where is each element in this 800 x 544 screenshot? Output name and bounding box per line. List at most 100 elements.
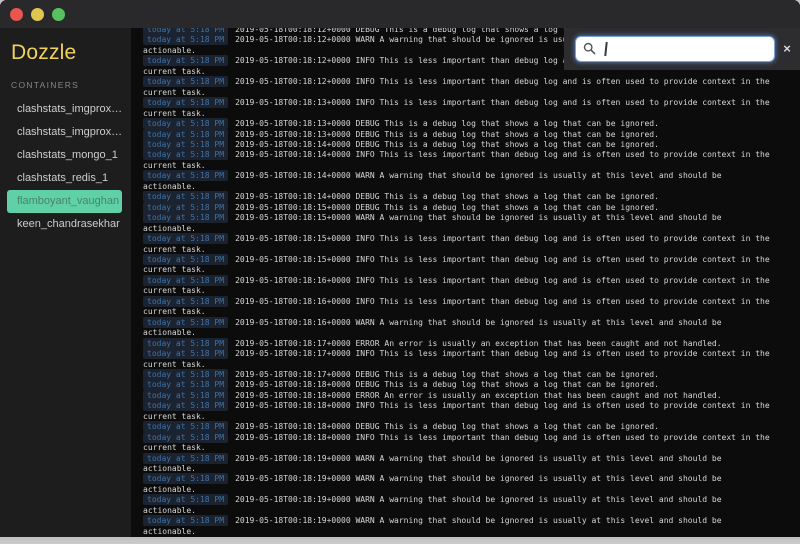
- log-entry: today at 5:18 PM 2019-05-18T00:18:14+0000…: [143, 192, 770, 202]
- minimize-window-button[interactable]: [31, 8, 44, 21]
- search-icon: [583, 42, 596, 55]
- log-message: 2019-05-18T00:18:13+0000 DEBUG This is a…: [235, 119, 659, 128]
- log-time-badge: today at 5:18 PM: [143, 390, 228, 401]
- window-titlebar: [0, 0, 800, 28]
- log-time-badge: today at 5:18 PM: [143, 139, 228, 150]
- log-message: 2019-05-18T00:18:14+0000 DEBUG This is a…: [235, 140, 659, 149]
- log-entry: today at 5:18 PM2019-05-18T00:18:16+0000…: [143, 318, 770, 339]
- log-message: 2019-05-18T00:18:16+0000 INFO This is le…: [143, 276, 770, 295]
- log-message: 2019-05-18T00:18:13+0000 INFO This is le…: [143, 98, 770, 117]
- log-time-badge: today at 5:18 PM: [143, 379, 228, 390]
- app-title[interactable]: Dozzle: [11, 41, 131, 65]
- log-time-badge: today at 5:18 PM: [143, 296, 228, 307]
- log-message: 2019-05-18T00:18:15+0000 INFO This is le…: [143, 234, 770, 253]
- log-time-badge: today at 5:18 PM: [143, 212, 228, 223]
- close-window-button[interactable]: [10, 8, 23, 21]
- sidebar-item[interactable]: keen_chandrasekhar: [7, 213, 122, 236]
- log-time-badge: today at 5:18 PM: [143, 129, 228, 140]
- sidebar-item-label: clashstats_imgprox…: [17, 126, 122, 138]
- sidebar-item[interactable]: clashstats_imgprox…: [7, 121, 122, 144]
- log-time-badge: today at 5:18 PM: [143, 473, 228, 484]
- log-message: 2019-05-18T00:18:18+0000 DEBUG This is a…: [235, 380, 659, 389]
- log-entry: today at 5:18 PM2019-05-18T00:18:12+0000…: [143, 77, 770, 98]
- log-time-badge: today at 5:18 PM: [143, 338, 228, 349]
- log-time-badge: today at 5:18 PM: [143, 515, 228, 526]
- log-message: 2019-05-18T00:18:18+0000 INFO This is le…: [143, 433, 770, 452]
- log-message: 2019-05-18T00:18:19+0000 WARN A warning …: [143, 474, 722, 493]
- log-entry: today at 5:18 PM2019-05-18T00:18:15+0000…: [143, 213, 770, 234]
- log-entry: today at 5:18 PM2019-05-18T00:18:14+0000…: [143, 171, 770, 192]
- log-time-badge: today at 5:18 PM: [143, 453, 228, 464]
- log-time-badge: today at 5:18 PM: [143, 149, 228, 160]
- log-time-badge: today at 5:18 PM: [143, 76, 228, 87]
- log-time-badge: today at 5:18 PM: [143, 34, 228, 45]
- log-entry: today at 5:18 PM 2019-05-18T00:18:18+0000…: [143, 380, 770, 390]
- close-search-button[interactable]: ×: [778, 40, 796, 58]
- log-message: 2019-05-18T00:18:13+0000 DEBUG This is a…: [235, 130, 659, 139]
- log-entry: today at 5:18 PM2019-05-18T00:18:18+0000…: [143, 433, 770, 454]
- log-message: 2019-05-18T00:18:12+0000 INFO This is le…: [143, 77, 770, 96]
- log-time-badge: today at 5:18 PM: [143, 317, 228, 328]
- sidebar-item-label: flamboyant_vaughan: [17, 195, 119, 207]
- log-entry: today at 5:18 PM 2019-05-18T00:18:18+0000…: [143, 391, 770, 401]
- log-entry: today at 5:18 PM 2019-05-18T00:18:13+0000…: [143, 130, 770, 140]
- log-message: 2019-05-18T00:18:14+0000 INFO This is le…: [143, 150, 770, 169]
- zoom-window-button[interactable]: [52, 8, 65, 21]
- log-time-badge: today at 5:18 PM: [143, 494, 228, 505]
- log-entry: today at 5:18 PM2019-05-18T00:18:19+0000…: [143, 495, 770, 516]
- log-message: 2019-05-18T00:18:17+0000 INFO This is le…: [143, 349, 770, 368]
- app-window: Dozzle CONTAINERS clashstats_imgprox…cla…: [0, 0, 800, 537]
- log-entry: today at 5:18 PM2019-05-18T00:18:13+0000…: [143, 98, 770, 119]
- log-content: today at 5:18 PM2019-05-18T00:18:12+0000…: [131, 28, 800, 537]
- sidebar-item[interactable]: clashstats_mongo_1: [7, 144, 122, 167]
- log-message: 2019-05-18T00:18:18+0000 INFO This is le…: [143, 401, 770, 420]
- log-time-badge: today at 5:18 PM: [143, 191, 228, 202]
- sidebar-item-label: clashstats_imgprox…: [17, 103, 122, 115]
- log-message: 2019-05-18T00:18:19+0000 WARN A warning …: [143, 454, 722, 473]
- log-message: 2019-05-18T00:18:16+0000 INFO This is le…: [143, 297, 770, 316]
- log-time-badge: today at 5:18 PM: [143, 432, 228, 443]
- sidebar-item[interactable]: clashstats_redis_1: [7, 167, 122, 190]
- log-time-badge: today at 5:18 PM: [143, 400, 228, 411]
- search-overlay: ×: [564, 28, 800, 70]
- log-entry: today at 5:18 PM2019-05-18T00:18:15+0000…: [143, 234, 770, 255]
- log-entry: today at 5:18 PM 2019-05-18T00:18:14+0000…: [143, 140, 770, 150]
- sidebar-item[interactable]: flamboyant_vaughan: [7, 190, 122, 213]
- sidebar: Dozzle CONTAINERS clashstats_imgprox…cla…: [0, 28, 131, 537]
- log-message: 2019-05-18T00:18:19+0000 WARN A warning …: [143, 516, 722, 535]
- log-message: 2019-05-18T00:18:17+0000 ERROR An error …: [235, 339, 721, 348]
- log-message: 2019-05-18T00:18:15+0000 DEBUG This is a…: [235, 203, 659, 212]
- log-message: 2019-05-18T00:18:16+0000 WARN A warning …: [143, 318, 722, 337]
- sidebar-item-label: keen_chandrasekhar: [17, 218, 120, 230]
- log-time-badge: today at 5:18 PM: [143, 348, 228, 359]
- log-time-badge: today at 5:18 PM: [143, 97, 228, 108]
- log-time-badge: today at 5:18 PM: [143, 202, 228, 213]
- log-time-badge: today at 5:18 PM: [143, 55, 228, 66]
- log-message: 2019-05-18T00:18:15+0000 INFO This is le…: [143, 255, 770, 274]
- log-entry: today at 5:18 PM2019-05-18T00:18:16+0000…: [143, 276, 770, 297]
- log-time-badge: today at 5:18 PM: [143, 233, 228, 244]
- sidebar-item-label: clashstats_mongo_1: [17, 149, 118, 161]
- sidebar-item-label: clashstats_redis_1: [17, 172, 108, 184]
- log-entry: today at 5:18 PM2019-05-18T00:18:16+0000…: [143, 297, 770, 318]
- log-time-badge: today at 5:18 PM: [143, 254, 228, 265]
- sidebar-item[interactable]: clashstats_imgprox…: [7, 98, 122, 121]
- log-message: 2019-05-18T00:18:18+0000 ERROR An error …: [235, 391, 721, 400]
- log-entry: today at 5:18 PM2019-05-18T00:18:19+0000…: [143, 454, 770, 475]
- log-message: 2019-05-18T00:18:14+0000 DEBUG This is a…: [235, 192, 659, 201]
- log-message: 2019-05-18T00:18:14+0000 WARN A warning …: [143, 171, 722, 190]
- log-message: 2019-05-18T00:18:15+0000 WARN A warning …: [143, 213, 722, 232]
- log-entry: today at 5:18 PM2019-05-18T00:18:18+0000…: [143, 422, 770, 432]
- search-box: [575, 36, 775, 62]
- container-list: clashstats_imgprox… clashstats_imgprox…cl…: [0, 98, 131, 236]
- log-entry: today at 5:18 PM 2019-05-18T00:18:17+0000…: [143, 339, 770, 349]
- log-entry: today at 5:18 PM2019-05-18T00:18:13+0000…: [143, 119, 770, 129]
- log-entry: today at 5:18 PM2019-05-18T00:18:17+0000…: [143, 349, 770, 370]
- log-time-badge: today at 5:18 PM: [143, 275, 228, 286]
- log-entry: today at 5:18 PM2019-05-18T00:18:14+0000…: [143, 150, 770, 171]
- containers-section-label: CONTAINERS: [11, 80, 131, 90]
- log-time-badge: today at 5:18 PM: [143, 421, 228, 432]
- log-message: 2019-05-18T00:18:17+0000 DEBUG This is a…: [235, 370, 659, 379]
- log-pane[interactable]: today at 5:18 PM2019-05-18T00:18:12+0000…: [131, 28, 800, 537]
- log-entry: today at 5:18 PM2019-05-18T00:18:19+0000…: [143, 516, 770, 537]
